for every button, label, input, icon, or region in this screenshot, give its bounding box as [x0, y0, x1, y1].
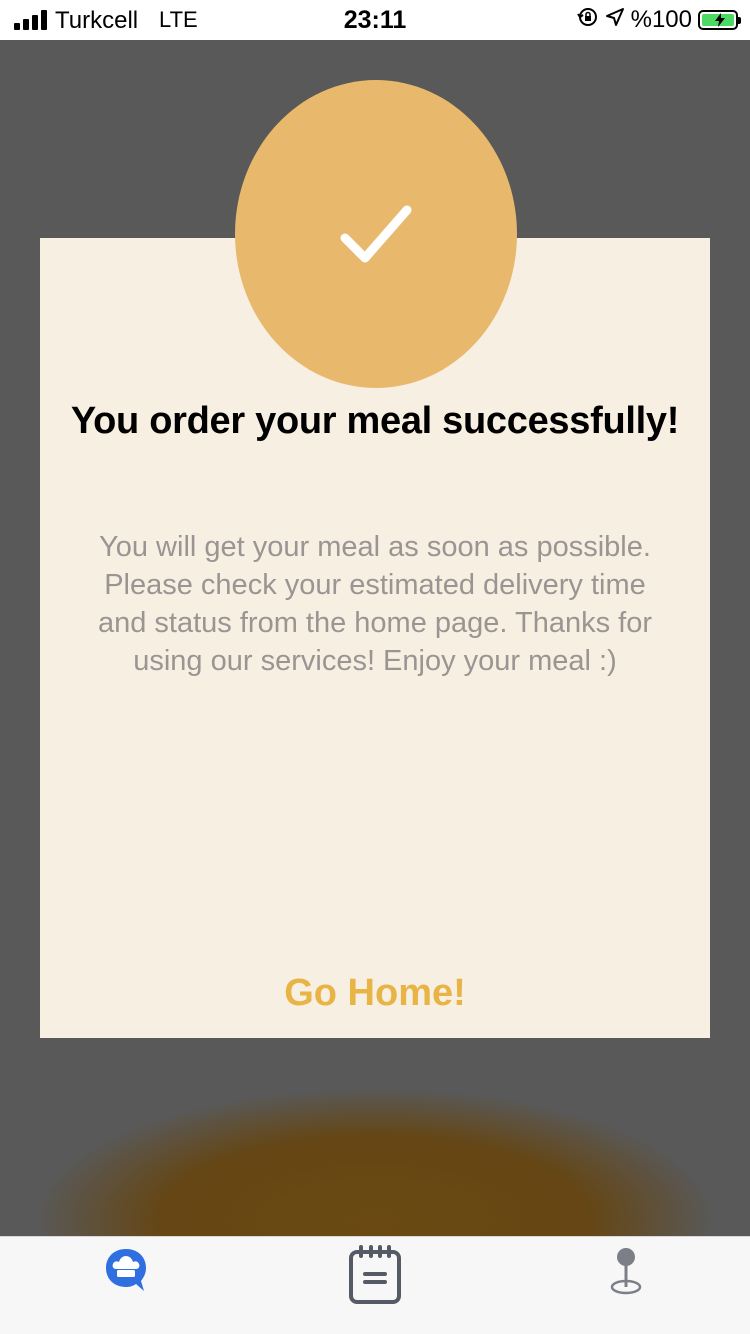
tab-bar: [0, 1236, 750, 1334]
battery-charging-icon: [698, 10, 741, 30]
tab-chef-chat[interactable]: [86, 1245, 166, 1325]
orientation-lock-icon: [576, 6, 599, 35]
status-right-group: %100: [576, 6, 741, 35]
success-message: You will get your meal as soon as possib…: [97, 531, 652, 677]
checkmark-icon: [340, 205, 412, 263]
success-badge: [235, 80, 517, 388]
chef-chat-icon: [106, 1249, 146, 1291]
battery-percent: %100: [630, 6, 692, 33]
location-arrow-icon: [605, 6, 625, 34]
background-glow: [40, 1090, 710, 1236]
status-bar: Turkcell LTE 23:11 %100: [0, 0, 750, 40]
map-pin-icon: [610, 1248, 642, 1295]
success-title: You order your meal successfully!: [70, 400, 680, 442]
notepad-icon: [349, 1245, 401, 1304]
order-success-screen: Turkcell LTE 23:11 %100 You order your m…: [0, 0, 750, 1334]
tab-map-pin[interactable]: [586, 1245, 666, 1325]
go-home-button[interactable]: Go Home!: [40, 972, 710, 1015]
tab-notepad[interactable]: [335, 1245, 415, 1325]
